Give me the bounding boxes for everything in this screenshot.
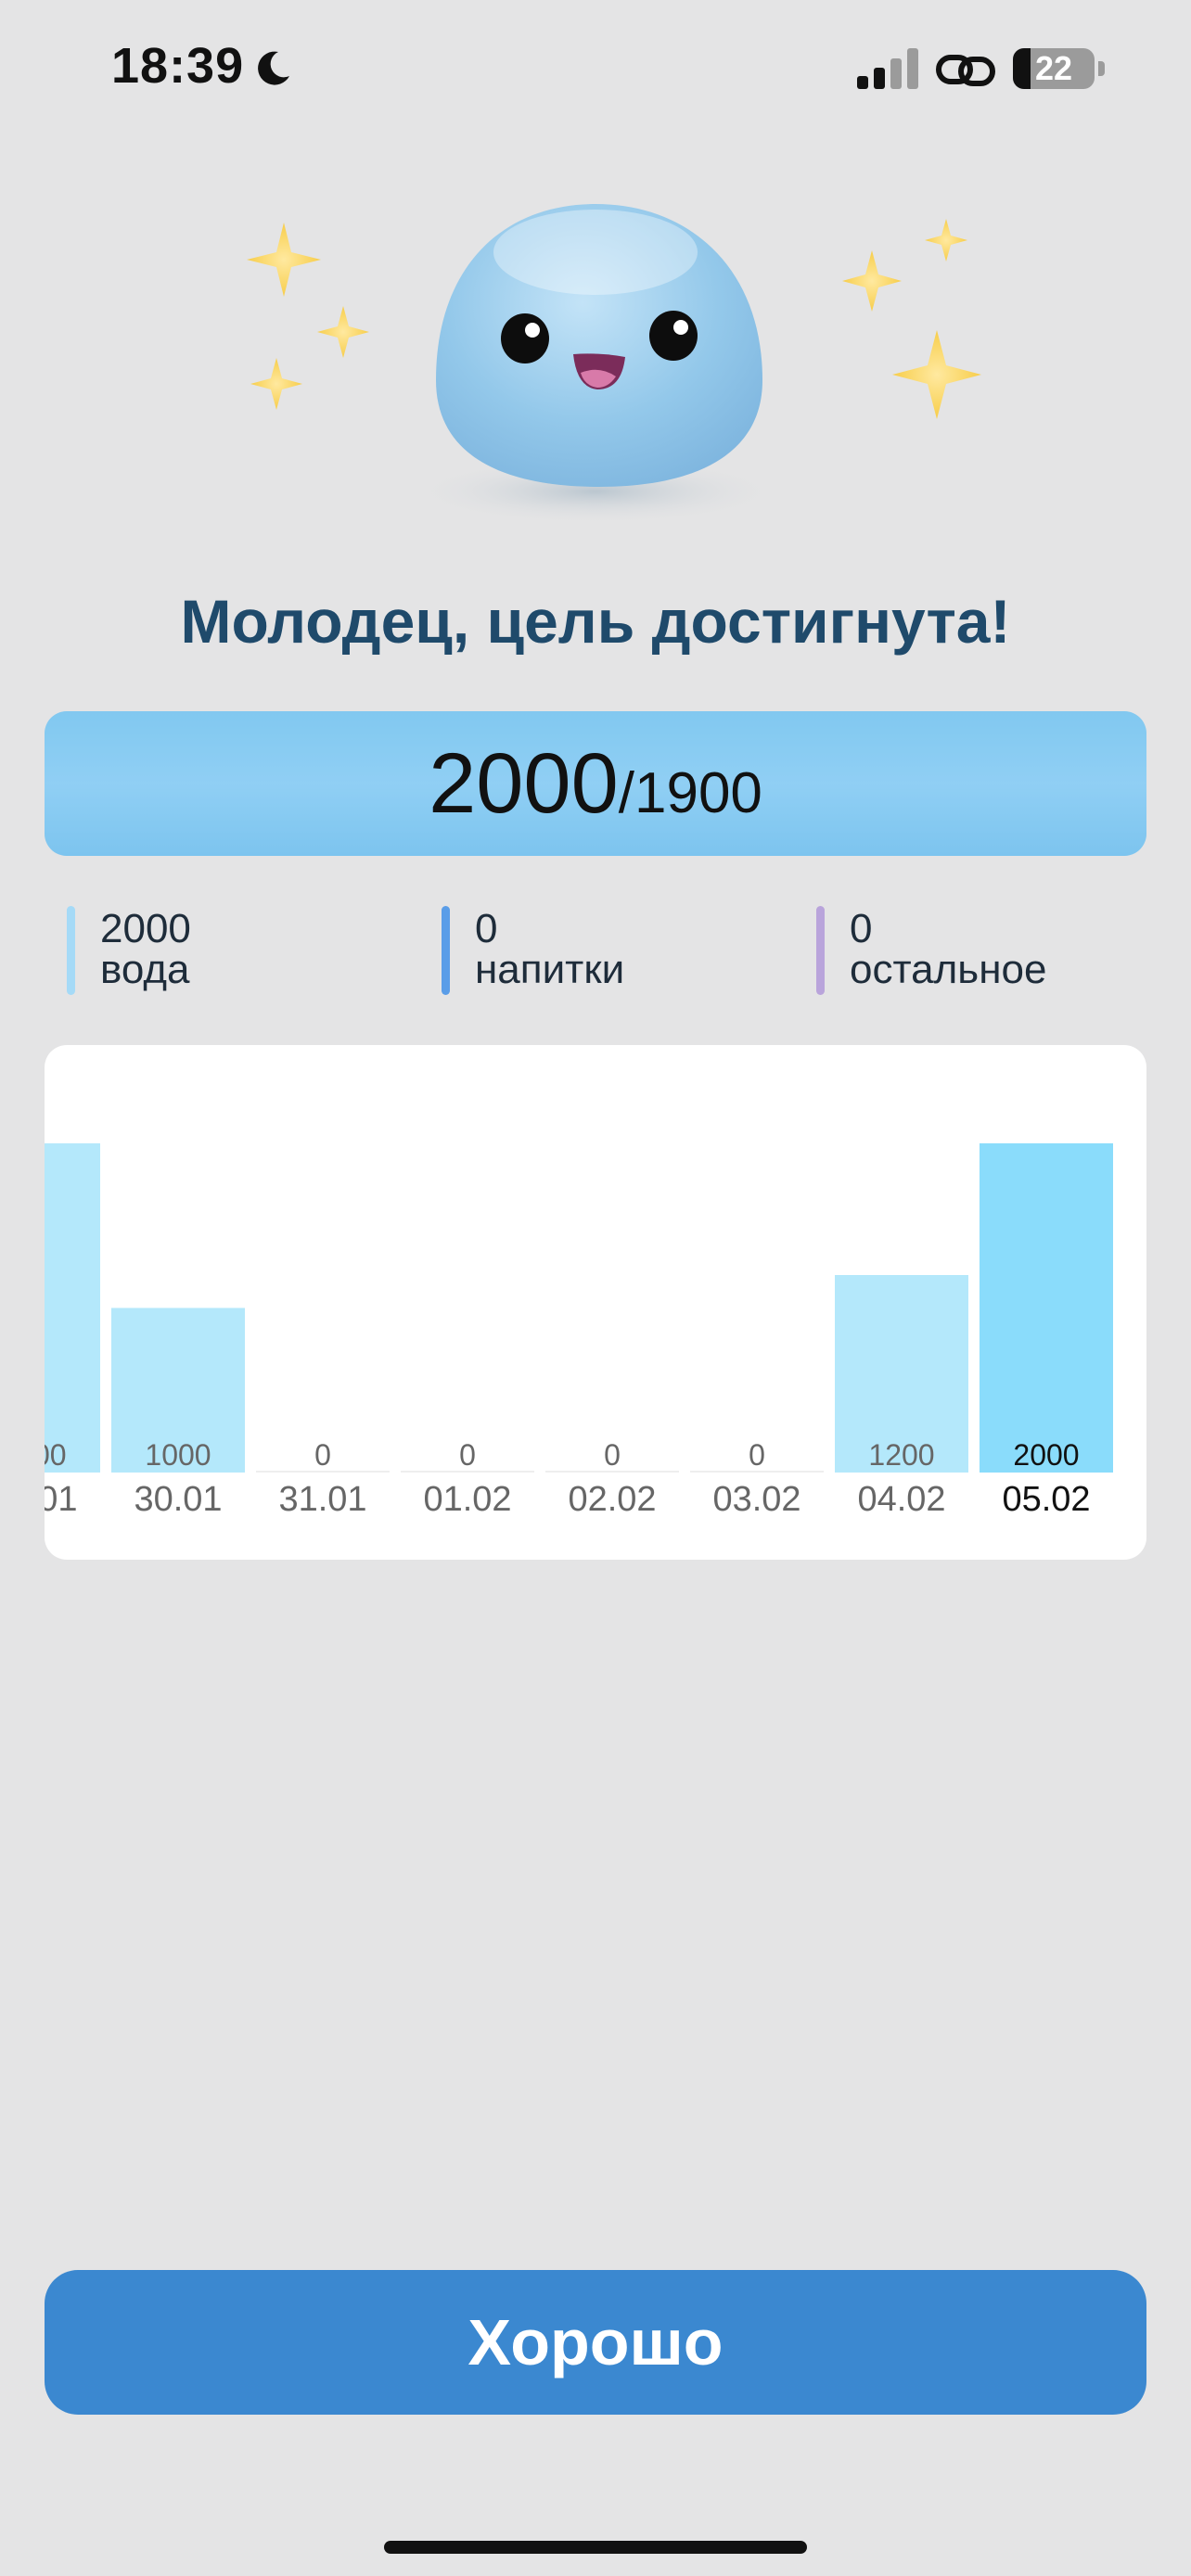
status-bar: 18:39 22 bbox=[0, 0, 1191, 139]
mascot-illustration bbox=[0, 167, 1191, 538]
chart-date-label: 01.02 bbox=[423, 1480, 511, 1519]
progress-goal: 1900 bbox=[634, 761, 762, 825]
chart-date-label: 29.01 bbox=[45, 1480, 78, 1519]
legend-value-water: 2000 bbox=[100, 906, 191, 951]
chart-value-label: 0 bbox=[749, 1438, 765, 1472]
chart-value-label: 0 bbox=[459, 1438, 476, 1472]
chart-bar-05.02[interactable] bbox=[980, 1143, 1113, 1473]
goal-reached-headline: Молодец, цель достигнута! bbox=[180, 587, 1011, 656]
home-indicator[interactable] bbox=[384, 2541, 807, 2554]
chart-date-label: 04.02 bbox=[857, 1480, 945, 1519]
progress-separator: / bbox=[618, 761, 634, 825]
battery-level: 22 bbox=[1034, 49, 1073, 87]
chart-date-label: 30.01 bbox=[134, 1480, 222, 1519]
chart-value-label: 2000 bbox=[45, 1438, 67, 1472]
legend-line-water bbox=[67, 906, 75, 995]
history-chart-card[interactable]: 2000 29.01 1000 30.01 0 31.01 0 01.02 0 02.02 0 03.… bbox=[45, 1045, 1146, 1560]
progress-text: 2000/1900 bbox=[45, 711, 1146, 856]
chart-date-label: 31.01 bbox=[278, 1480, 366, 1519]
water-drop-mascot bbox=[436, 204, 762, 487]
chart-value-label: 1000 bbox=[145, 1438, 211, 1472]
battery-icon: 22 bbox=[1013, 48, 1106, 89]
progress-current: 2000 bbox=[429, 736, 619, 831]
chart-value-label: 0 bbox=[314, 1438, 331, 1472]
signal-icon bbox=[857, 48, 920, 94]
chart-value-label: 2000 bbox=[1013, 1438, 1079, 1472]
legend-line-drinks bbox=[442, 906, 450, 995]
legend-label-other: остальное bbox=[850, 947, 1047, 992]
legend-label-water: вода bbox=[100, 947, 190, 992]
chart-date-label: 05.02 bbox=[1002, 1480, 1090, 1519]
legend-label-drinks: напитки bbox=[475, 947, 625, 992]
moon-icon bbox=[252, 48, 293, 94]
status-time: 18:39 bbox=[111, 38, 245, 94]
legend-line-other bbox=[816, 906, 825, 995]
chart-value-label: 1200 bbox=[868, 1438, 934, 1472]
chart-bar-29.01[interactable] bbox=[45, 1143, 100, 1473]
chart-date-label: 02.02 bbox=[568, 1480, 656, 1519]
legend-value-drinks: 0 bbox=[475, 906, 498, 951]
daily-progress-bar: 2000/1900 bbox=[45, 711, 1146, 856]
chart-value-label: 0 bbox=[604, 1438, 621, 1472]
legend-value-other: 0 bbox=[850, 906, 873, 951]
chart-date-label: 03.02 bbox=[712, 1480, 800, 1519]
ok-button[interactable]: Хорошо bbox=[45, 2270, 1146, 2415]
link-icon bbox=[935, 52, 996, 94]
history-bar-chart: 2000 29.01 1000 30.01 0 31.01 0 01.02 0 02.02 0 03.… bbox=[45, 1143, 1113, 1519]
intake-legend: 2000 вода 0 напитки 0 остальное bbox=[0, 904, 1191, 997]
